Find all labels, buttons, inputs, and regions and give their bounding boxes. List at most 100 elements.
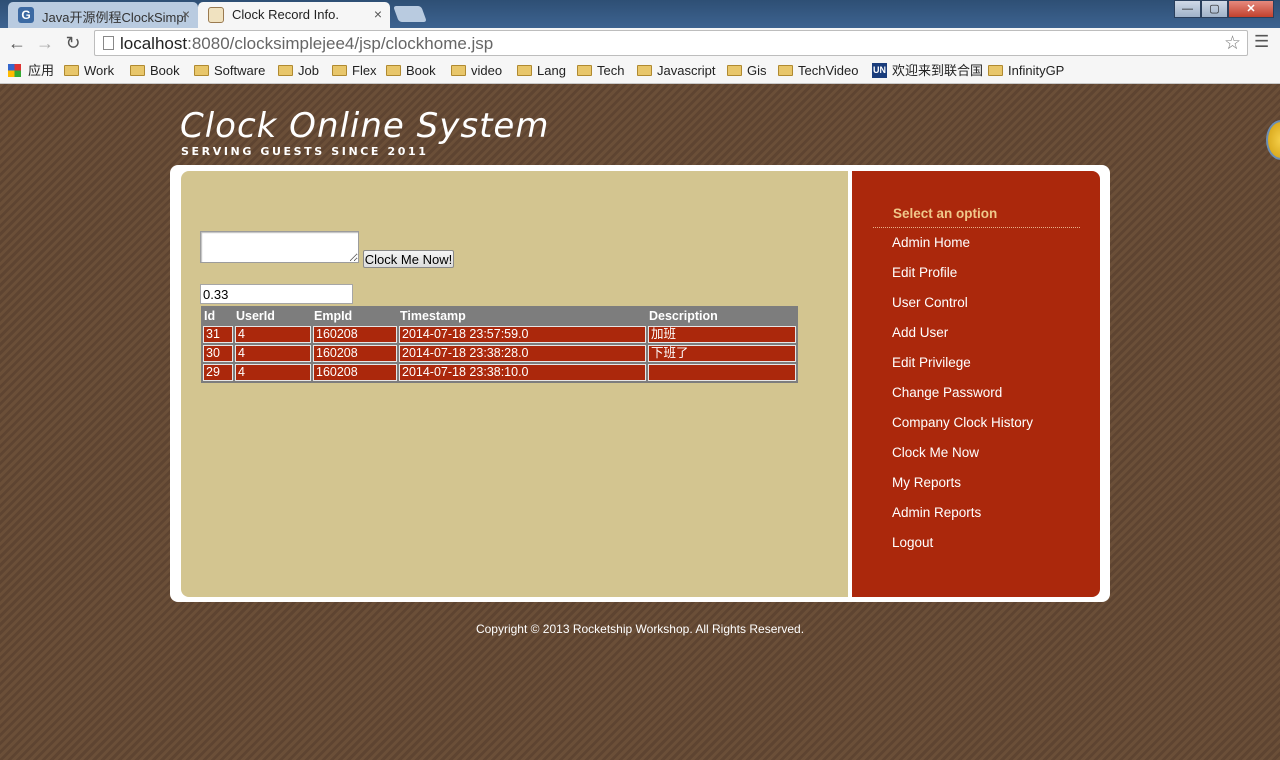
apps-icon (8, 64, 21, 77)
menu-item-company-clock-history[interactable]: Company Clock History (892, 415, 1033, 430)
table-row: 30 4 160208 2014-07-18 23:38:28.0 下班了 (203, 345, 796, 362)
folder-icon (727, 65, 742, 76)
address-bar[interactable]: localhost:8080/clocksimplejee4/jsp/clock… (94, 30, 1248, 56)
bookmark-item[interactable]: TechVideo (778, 62, 858, 80)
menu-item-add-user[interactable]: Add User (892, 325, 948, 340)
table-cell: 31 (203, 326, 233, 343)
table-cell: 2014-07-18 23:57:59.0 (399, 326, 646, 343)
bookmark-item[interactable]: Gis (727, 62, 767, 80)
bookmark-item[interactable]: Lang (517, 62, 566, 80)
menu-item-edit-profile[interactable]: Edit Profile (892, 265, 957, 280)
bookmark-item[interactable]: UN 欢迎来到联合国 (872, 62, 983, 80)
bookmark-item[interactable]: Book (386, 62, 436, 80)
page-favicon-icon (208, 7, 224, 23)
bookmark-label: video (471, 63, 503, 78)
folder-icon (130, 65, 145, 76)
bookmark-label: Lang (537, 63, 566, 78)
folder-icon (778, 65, 793, 76)
menu-item-change-password[interactable]: Change Password (892, 385, 1002, 400)
folder-icon (517, 65, 532, 76)
table-cell: 30 (203, 345, 233, 362)
tab-clock-record-info[interactable]: Clock Record Info. × (198, 2, 390, 28)
menu-item-edit-privilege[interactable]: Edit Privilege (892, 355, 971, 370)
bookmark-label: Book (406, 63, 436, 78)
header-description: Description (648, 308, 796, 324)
bookmark-label: Tech (597, 63, 625, 78)
bookmark-item[interactable]: video (451, 62, 502, 80)
bookmark-label: Book (150, 63, 180, 78)
table-cell: 4 (235, 345, 311, 362)
sidebar-menu-panel (852, 171, 1100, 597)
table-cell: 29 (203, 364, 233, 381)
value-input[interactable] (200, 284, 353, 304)
clock-me-now-button[interactable]: Clock Me Now! (363, 250, 454, 268)
tab-java-example[interactable]: G Java开源例程ClockSimpl × (8, 2, 198, 28)
menu-item-admin-home[interactable]: Admin Home (892, 235, 970, 250)
bookmark-label: Flex (352, 63, 377, 78)
bookmarks-bar: 应用 Work Book Software Job Flex Book video Lang Te… (0, 58, 1280, 84)
url-path: :8080/clocksimplejee4/jsp/clockhome.jsp (187, 34, 494, 53)
bookmark-item[interactable]: Tech (577, 62, 624, 80)
bookmark-item[interactable]: InfinityGP (988, 62, 1064, 80)
folder-icon (637, 65, 652, 76)
bookmark-label: Javascript (657, 63, 716, 78)
menu-item-logout[interactable]: Logout (892, 535, 933, 550)
bookmark-item[interactable]: Job (278, 62, 319, 80)
table-cell: 160208 (313, 364, 397, 381)
bookmark-label: Job (298, 63, 319, 78)
folder-icon (278, 65, 293, 76)
table-cell: 2014-07-18 23:38:10.0 (399, 364, 646, 381)
reload-icon[interactable]: ↻ (62, 32, 84, 54)
bookmark-label: Software (214, 63, 266, 78)
table-cell: 2014-07-18 23:38:28.0 (399, 345, 646, 362)
tab-strip: G Java开源例程ClockSimpl × Clock Record Info… (0, 0, 1280, 28)
table-cell: 160208 (313, 326, 397, 343)
forward-arrow-icon[interactable]: → (34, 32, 56, 54)
header-userid: UserId (235, 308, 311, 324)
table-cell (648, 364, 796, 381)
table-cell: 4 (235, 326, 311, 343)
folder-icon (64, 65, 79, 76)
bookmark-item[interactable]: Work (64, 62, 114, 80)
hamburger-menu-icon[interactable]: ☰ (1254, 33, 1270, 50)
footer-copyright: Copyright © 2013 Rocketship Workshop. Al… (475, 622, 805, 636)
bookmark-item[interactable]: 应用 (8, 62, 54, 80)
close-icon[interactable]: × (182, 6, 190, 22)
un-icon: UN (872, 63, 887, 78)
menu-item-user-control[interactable]: User Control (892, 295, 968, 310)
site-title: Clock Online System (180, 106, 550, 146)
bookmark-label: TechVideo (798, 63, 859, 78)
header-timestamp: Timestamp (399, 308, 646, 324)
table-row: 31 4 160208 2014-07-18 23:57:59.0 加班 (203, 326, 796, 343)
bookmark-item[interactable]: Software (194, 62, 265, 80)
clock-records-table: Id UserId EmpId Timestamp Description 31… (201, 306, 798, 383)
menu-item-clock-me-now[interactable]: Clock Me Now (892, 445, 979, 460)
minimize-button[interactable]: — (1174, 0, 1201, 18)
folder-icon (988, 65, 1003, 76)
menu-item-admin-reports[interactable]: Admin Reports (892, 505, 981, 520)
menu-item-my-reports[interactable]: My Reports (892, 475, 961, 490)
browser-chrome: G Java开源例程ClockSimpl × Clock Record Info… (0, 0, 1280, 84)
table-body: 31 4 160208 2014-07-18 23:57:59.0 加班 30 4 16020… (203, 326, 796, 381)
close-icon[interactable]: × (374, 6, 382, 22)
tab-title: Clock Record Info. (232, 7, 339, 22)
maximize-button[interactable]: ▢ (1201, 0, 1228, 18)
table-cell: 160208 (313, 345, 397, 362)
page-background: Clock Online System SERVING GUESTS SINCE… (0, 84, 1280, 760)
bookmark-item[interactable]: Javascript (637, 62, 716, 80)
folder-icon (386, 65, 401, 76)
floating-widget-icon[interactable] (1266, 120, 1280, 160)
bookmark-star-icon[interactable]: ☆ (1224, 32, 1241, 55)
bookmark-item[interactable]: Flex (332, 62, 377, 80)
bookmark-item[interactable]: Book (130, 62, 180, 80)
header-id: Id (203, 308, 233, 324)
table-cell: 下班了 (648, 345, 796, 362)
new-tab-button[interactable] (393, 6, 427, 22)
site-tagline: SERVING GUESTS SINCE 2011 (181, 145, 429, 158)
clock-description-textarea[interactable] (200, 231, 359, 263)
close-window-button[interactable]: ✕ (1228, 0, 1274, 18)
back-arrow-icon[interactable]: ← (6, 32, 28, 54)
table-cell: 加班 (648, 326, 796, 343)
page-icon (103, 36, 114, 50)
browser-toolbar: ← → ↻ localhost:8080/clocksimplejee4/jsp… (0, 28, 1280, 58)
